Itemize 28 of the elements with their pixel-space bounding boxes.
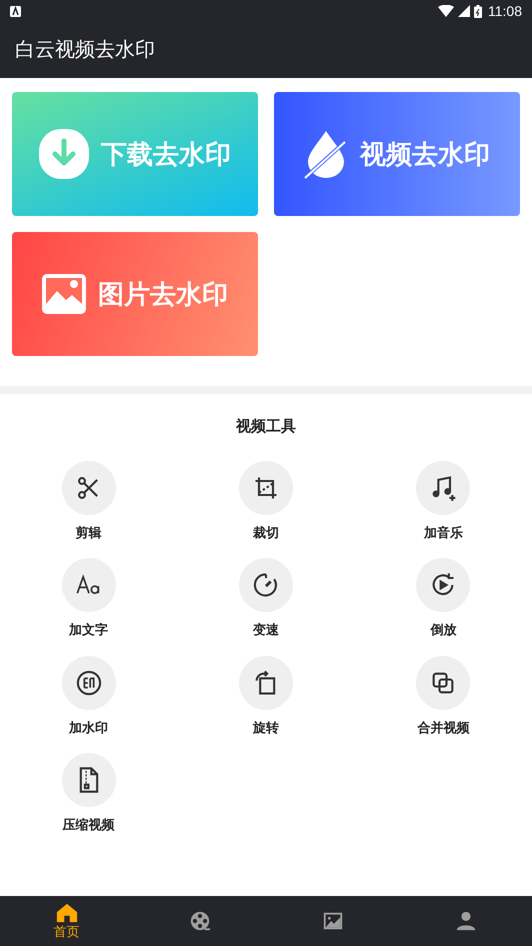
crossed-drop-icon [304, 129, 348, 179]
tool-item[interactable]: 合并视频 [354, 656, 532, 737]
tool-item[interactable]: 剪辑 [0, 460, 178, 542]
tool-item[interactable]: 加音乐 [354, 460, 532, 542]
clock-time: 11:08 [488, 2, 522, 20]
tool-item[interactable]: 旋转 [177, 656, 355, 737]
film-reel-icon [188, 910, 210, 932]
tool-item[interactable]: 加水印 [0, 656, 178, 737]
notification-icon [10, 6, 21, 16]
stamp-icon [74, 668, 103, 696]
home-icon [56, 902, 78, 924]
download-icon [39, 129, 89, 179]
wifi-icon [438, 5, 454, 17]
person-icon [454, 910, 476, 932]
tool-item[interactable]: 加文字 [0, 558, 178, 640]
tool-item[interactable]: 裁切 [177, 460, 355, 542]
tool-item[interactable]: 变速 [177, 558, 355, 640]
image-icon [322, 910, 344, 932]
app-title: 白云视频去水印 [15, 38, 155, 63]
nav-tab[interactable]: 首页 [0, 896, 133, 946]
image-icon [42, 274, 86, 314]
section-title: 视频工具 [236, 417, 296, 437]
feature-card[interactable]: 视频去水印 [274, 92, 520, 216]
tool-item[interactable]: 倒放 [354, 558, 532, 640]
speedometer-icon [252, 571, 280, 599]
battery-icon [474, 4, 482, 18]
tool-item[interactable]: 压缩视频 [0, 753, 178, 834]
signal-icon [458, 5, 470, 17]
